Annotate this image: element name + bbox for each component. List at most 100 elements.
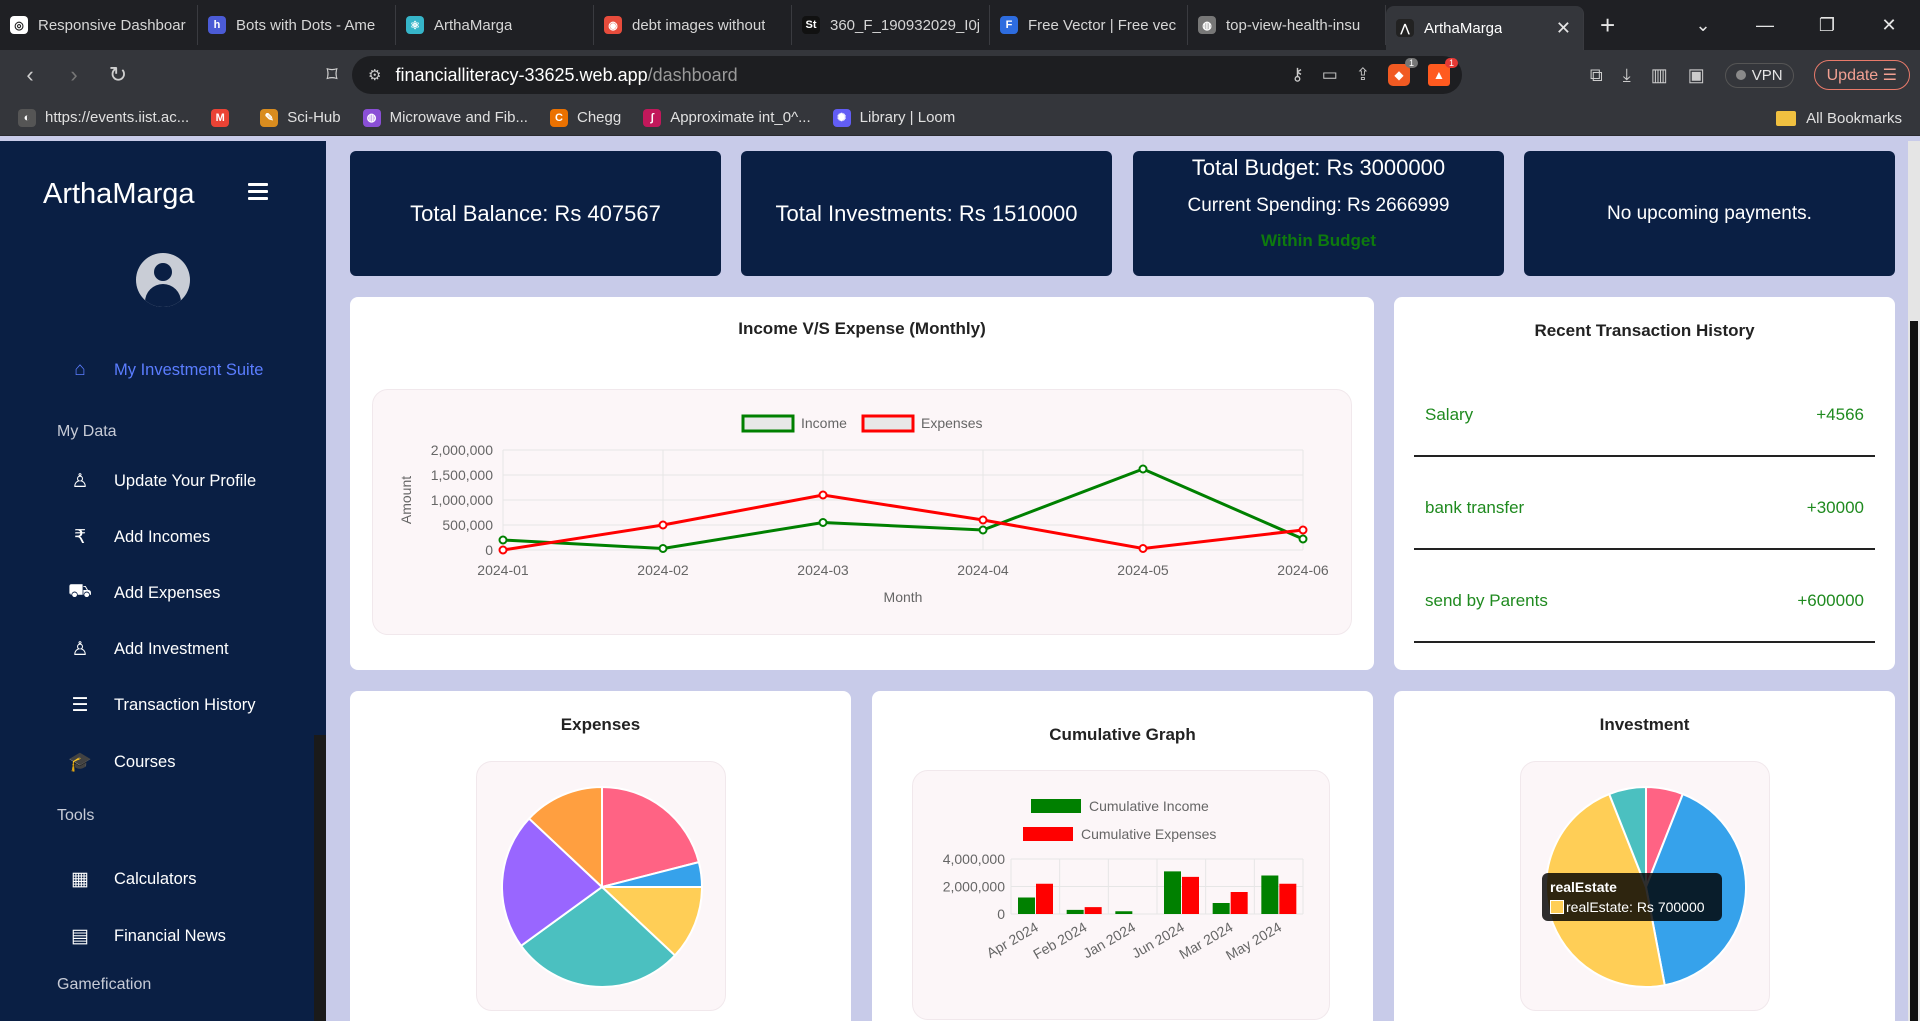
sidebar-item[interactable]: ☰ Transaction History <box>66 690 255 720</box>
transaction-row[interactable]: bank transfer +30000 <box>1414 460 1875 550</box>
extensions-icon[interactable]: ⧉ <box>1590 65 1603 86</box>
avatar[interactable] <box>136 253 190 307</box>
reload-icon[interactable]: ↻ <box>96 62 140 88</box>
data-point[interactable] <box>658 544 668 553</box>
sidebar-item[interactable]: ₹ Add Incomes <box>66 522 210 552</box>
bar[interactable] <box>1182 876 1199 914</box>
all-bookmarks-button[interactable]: All Bookmarks <box>1776 100 1902 136</box>
legend-swatch-expenses[interactable] <box>861 414 915 433</box>
legend-label[interactable]: Expenses <box>921 415 982 431</box>
data-point[interactable] <box>978 525 988 535</box>
menu-icon[interactable] <box>248 183 268 204</box>
data-point[interactable] <box>818 518 828 527</box>
cast-icon[interactable]: ▭ <box>1322 65 1338 85</box>
bar[interactable] <box>1115 911 1133 914</box>
investment-tooltip: realEstate realEstate: Rs 700000 <box>1542 873 1722 921</box>
address-bar[interactable]: ⚙ financialliteracy-33625.web.app /dashb… <box>352 56 1462 94</box>
bookmark-item[interactable]: C Chegg <box>549 108 621 127</box>
data-point[interactable] <box>658 520 668 530</box>
brand-logo: ArthaMarga <box>43 178 195 210</box>
sidebar-scrollbar[interactable] <box>314 141 326 1021</box>
data-point[interactable] <box>1138 464 1148 474</box>
legend-swatch-income[interactable] <box>741 414 795 433</box>
close-window-icon[interactable]: ✕ <box>1858 15 1920 36</box>
bar[interactable] <box>1036 883 1053 914</box>
bookmark-item[interactable]: ✎ Sci-Hub <box>260 108 341 127</box>
data-point[interactable] <box>498 535 508 545</box>
sidebar-item[interactable]: ▦ Calculators <box>66 864 197 894</box>
transaction-amount: +30000 <box>1806 498 1864 517</box>
key-icon[interactable]: ⚷ <box>1291 65 1303 85</box>
legend-label[interactable]: Cumulative Expenses <box>1081 826 1216 842</box>
sidebar-item[interactable]: ⛟ Add Expenses <box>66 578 220 608</box>
x-tick-label: Jan 2024 <box>1080 919 1138 962</box>
transaction-row[interactable]: send by Parents +600000 <box>1414 553 1875 643</box>
tab-favicon-icon: St <box>802 16 820 34</box>
bookmark-icon[interactable]: ⌑ <box>310 62 354 88</box>
legend-label[interactable]: Income <box>801 415 847 431</box>
tab-search-icon[interactable]: ⌄ <box>1672 15 1734 36</box>
vpn-status-icon <box>1735 70 1746 80</box>
browser-tab[interactable]: h Bots with Dots - Ame <box>198 5 396 45</box>
sidebar-item[interactable]: ♙ Update Your Profile <box>66 466 256 496</box>
sidebar-item[interactable]: ⌂ My Investment Suite <box>66 355 263 385</box>
downloads-icon[interactable]: ⤓ <box>1623 65 1631 86</box>
site-settings-icon[interactable]: ⚙ <box>368 66 381 84</box>
browser-tab[interactable]: ◉ debt images without <box>594 5 792 45</box>
restore-icon[interactable]: ❐ <box>1796 15 1858 36</box>
browser-tab[interactable]: ⚛ ArthaMarga <box>396 5 594 45</box>
brave-shield-icon[interactable]: ◆ 1 <box>1388 58 1418 86</box>
close-tab-icon[interactable]: ✕ <box>1556 18 1571 39</box>
data-point[interactable] <box>1298 525 1308 535</box>
sidebar-item[interactable]: ▤ Financial News <box>66 921 226 951</box>
income-expense-title: Income V/S Expense (Monthly) <box>738 319 986 338</box>
minimize-icon[interactable]: — <box>1734 15 1796 36</box>
sidebar-item[interactable]: 🎓 Courses <box>66 747 175 777</box>
brave-rewards-icon[interactable]: ▲ 1 <box>1428 58 1458 86</box>
browser-tab[interactable]: ⋀ ArthaMarga ✕ <box>1386 6 1584 50</box>
bar[interactable] <box>1084 907 1102 914</box>
share-icon[interactable]: ⇪ <box>1356 65 1370 85</box>
browser-tab[interactable]: F Free Vector | Free vec <box>990 5 1188 45</box>
legend-swatch[interactable] <box>1031 799 1081 813</box>
bar[interactable] <box>1018 897 1035 915</box>
bar[interactable] <box>1066 909 1084 914</box>
bar[interactable] <box>1279 883 1297 914</box>
update-button[interactable]: Update ☰ <box>1813 60 1910 90</box>
sidebar-item[interactable]: ♙ Add Investment <box>66 634 228 664</box>
sidebar-section-title: Gamefication <box>57 976 152 993</box>
bar[interactable] <box>1212 903 1230 914</box>
data-point[interactable] <box>978 515 988 525</box>
bookmark-item[interactable]: ∫ Approximate int_0^... <box>643 108 811 127</box>
tab-favicon-icon: ⚛ <box>406 16 424 34</box>
forward-icon[interactable]: › <box>52 62 96 88</box>
sidebar-toggle-icon[interactable]: ▥ <box>1651 65 1668 86</box>
bookmark-favicon-icon: ✺ <box>832 108 851 127</box>
transaction-label: Salary <box>1425 405 1474 424</box>
bookmark-item[interactable]: ✺ Library | Loom <box>832 108 955 127</box>
data-point[interactable] <box>498 545 508 555</box>
wallet-icon[interactable]: ▣ <box>1688 65 1705 86</box>
vpn-button[interactable]: VPN <box>1724 62 1794 88</box>
browser-tab[interactable]: ◍ top-view-health-insu <box>1188 5 1386 45</box>
legend-swatch[interactable] <box>1023 827 1073 841</box>
browser-tab[interactable]: St 360_F_190932029_I0j <box>792 5 990 45</box>
data-point[interactable] <box>1138 544 1148 553</box>
browser-tab[interactable]: ◎ Responsive Dashboar <box>0 5 198 45</box>
bookmark-item[interactable]: M <box>211 108 238 127</box>
transaction-row[interactable]: Salary +4566 <box>1414 367 1875 457</box>
y-axis-label: Amount <box>398 476 414 524</box>
bar[interactable] <box>1230 892 1248 914</box>
expenses-chart-container <box>476 761 726 1011</box>
bar[interactable] <box>1261 875 1279 915</box>
legend-label[interactable]: Cumulative Income <box>1089 798 1209 814</box>
total-investments: Total Investments: Rs 1510000 <box>775 200 1078 226</box>
new-tab-button[interactable]: + <box>1600 10 1615 41</box>
back-icon[interactable]: ‹ <box>8 62 52 88</box>
data-point[interactable] <box>818 490 828 500</box>
bar[interactable] <box>1164 871 1181 914</box>
bookmark-item[interactable]: ◍ Microwave and Fib... <box>362 108 528 127</box>
bookmark-item[interactable]: ◐ https://events.iist.ac... <box>18 108 189 127</box>
data-point[interactable] <box>1298 534 1308 544</box>
main-scrollbar[interactable] <box>1908 141 1920 1021</box>
